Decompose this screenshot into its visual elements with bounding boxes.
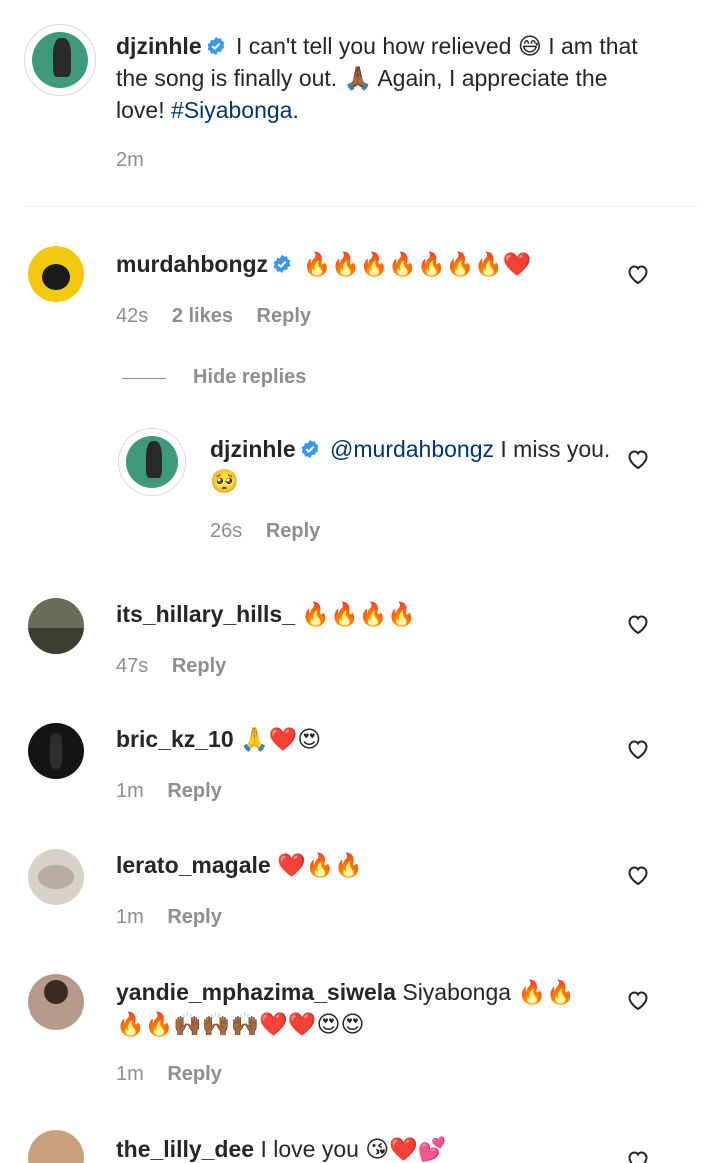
reply-time: 26s xyxy=(210,520,243,542)
reply-button[interactable]: Reply xyxy=(167,780,221,802)
reply-button[interactable]: Reply xyxy=(257,305,311,327)
comment-text: 🔥🔥🔥🔥 xyxy=(301,601,416,627)
comment-username[interactable]: yandie_mphazima_siwela xyxy=(116,979,396,1005)
comment-time: 42s xyxy=(116,305,149,327)
comment-item: lerato_magale ❤️🔥🔥 1m Reply xyxy=(0,849,720,939)
avatar-figure xyxy=(44,980,68,1004)
comment-body: its_hillary_hills_ 🔥🔥🔥🔥 xyxy=(116,598,640,630)
comment-text: 🔥🔥🔥🔥🔥🔥🔥❤️ xyxy=(302,251,532,277)
comment-meta: 42s 2 likes Reply xyxy=(116,305,329,328)
heart-outline-icon[interactable] xyxy=(626,863,650,887)
comment-username[interactable]: its_hillary_hills_ xyxy=(116,601,295,627)
comment-item: its_hillary_hills_ 🔥🔥🔥🔥 47s Reply xyxy=(0,598,720,688)
reply-button[interactable]: Reply xyxy=(266,520,320,542)
caption-username[interactable]: djzinhle xyxy=(116,33,202,59)
comment-username[interactable]: lerato_magale xyxy=(116,852,271,878)
comment-avatar[interactable] xyxy=(28,974,84,1030)
caption-time: 2m xyxy=(116,149,144,171)
caption-avatar[interactable] xyxy=(24,24,96,96)
reply-button[interactable]: Reply xyxy=(167,1063,221,1085)
heart-outline-icon[interactable] xyxy=(626,612,650,636)
comment-item: the_lilly_dee I love you 😘❤️💕 xyxy=(0,1130,720,1163)
caption-meta: 2m xyxy=(116,149,162,172)
comment-item: murdahbongz 🔥🔥🔥🔥🔥🔥🔥❤️ 42s 2 likes Reply xyxy=(0,246,720,336)
comment-text: I love you 😘❤️💕 xyxy=(260,1136,447,1162)
comment-meta: 47s Reply xyxy=(116,655,244,678)
comment-username[interactable]: bric_kz_10 xyxy=(116,726,234,752)
heart-outline-icon[interactable] xyxy=(626,988,650,1012)
reply-username[interactable]: djzinhle xyxy=(210,436,296,462)
comment-username[interactable]: the_lilly_dee xyxy=(116,1136,254,1162)
reply-meta: 26s Reply xyxy=(210,520,338,543)
comment-username[interactable]: murdahbongz xyxy=(116,251,268,277)
caption-text-end: . xyxy=(292,97,299,123)
verified-badge-icon xyxy=(207,36,224,56)
comment-text: 🙏❤️😍 xyxy=(240,726,322,752)
comment-time: 1m xyxy=(116,906,144,928)
comment-body: lerato_magale ❤️🔥🔥 xyxy=(116,849,640,881)
comment-body: yandie_mphazima_siwela Siyabonga 🔥🔥🔥🔥🙌🏾🙌… xyxy=(116,976,580,1040)
caption-body: djzinhle I can't tell you how relieved 😅… xyxy=(116,30,650,126)
comment-likes[interactable]: 2 likes xyxy=(172,305,233,327)
avatar-figure xyxy=(42,264,70,290)
reply-mention[interactable]: @murdahbongz xyxy=(330,436,494,462)
reply-avatar[interactable] xyxy=(118,428,186,496)
comment-meta: 1m Reply xyxy=(116,780,240,803)
reply-button[interactable]: Reply xyxy=(167,906,221,928)
caption-comment: djzinhle I can't tell you how relieved 😅… xyxy=(0,0,720,200)
comment-item: yandie_mphazima_siwela Siyabonga 🔥🔥🔥🔥🙌🏾🙌… xyxy=(0,974,720,1094)
comment-meta: 1m Reply xyxy=(116,1063,240,1086)
comment-time: 47s xyxy=(116,655,149,677)
caption-hashtag[interactable]: #Siyabonga xyxy=(171,97,293,123)
comment-item: bric_kz_10 🙏❤️😍 1m Reply xyxy=(0,723,720,813)
comment-avatar[interactable] xyxy=(28,1130,84,1163)
reply-body: djzinhle @murdahbongz I miss you. 🥺 xyxy=(210,433,640,497)
avatar-figure xyxy=(28,628,84,654)
comment-avatar[interactable] xyxy=(28,849,84,905)
reply-button[interactable]: Reply xyxy=(172,655,226,677)
reply-item: djzinhle @murdahbongz I miss you. 🥺 26s … xyxy=(0,428,720,548)
comment-time: 1m xyxy=(116,1063,144,1085)
hide-replies-button[interactable]: Hide replies xyxy=(193,366,306,389)
verified-badge-icon xyxy=(301,439,318,459)
avatar-figure xyxy=(38,865,74,889)
divider xyxy=(26,206,698,207)
heart-outline-icon[interactable] xyxy=(626,737,650,761)
comment-time: 1m xyxy=(116,780,144,802)
comment-body: murdahbongz 🔥🔥🔥🔥🔥🔥🔥❤️ xyxy=(116,248,640,280)
comment-meta: 1m Reply xyxy=(116,906,240,929)
comment-avatar[interactable] xyxy=(28,598,84,654)
heart-outline-icon[interactable] xyxy=(626,447,650,471)
comment-avatar[interactable] xyxy=(28,723,84,779)
heart-outline-icon[interactable] xyxy=(626,262,650,286)
comment-avatar[interactable] xyxy=(28,246,84,302)
comment-body: the_lilly_dee I love you 😘❤️💕 xyxy=(116,1133,640,1163)
hide-replies-line xyxy=(122,378,166,379)
verified-badge-icon xyxy=(273,254,291,274)
comment-body: bric_kz_10 🙏❤️😍 xyxy=(116,723,640,755)
avatar-figure xyxy=(50,733,62,769)
comment-text: ❤️🔥🔥 xyxy=(277,852,364,878)
heart-outline-icon[interactable] xyxy=(626,1148,650,1163)
